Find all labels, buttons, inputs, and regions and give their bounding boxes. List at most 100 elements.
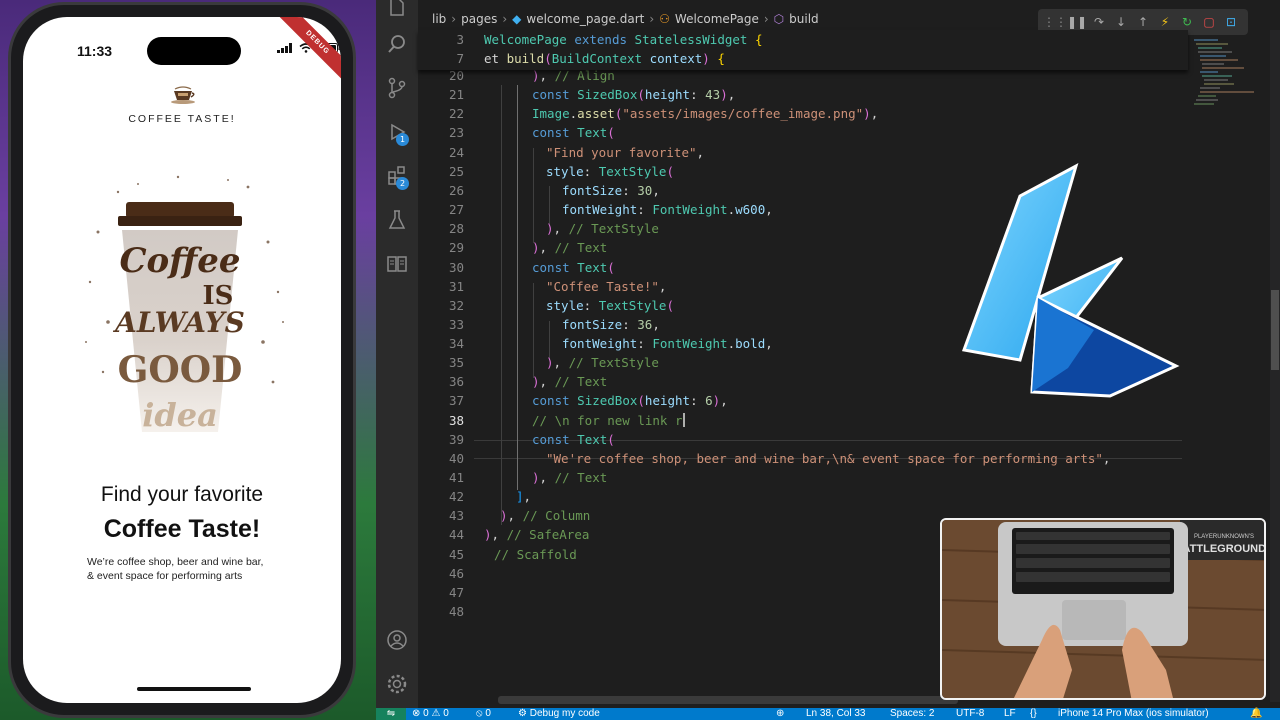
code-line[interactable]: ), // Text bbox=[484, 240, 607, 255]
code-line[interactable]: const Text( bbox=[484, 125, 615, 140]
language-braces[interactable]: {} bbox=[1030, 708, 1037, 720]
method-icon: ⬡ bbox=[773, 12, 785, 26]
line-number: 48 bbox=[448, 604, 464, 619]
inspect-widget-icon[interactable]: ⊡ bbox=[1223, 14, 1239, 30]
line-number: 31 bbox=[448, 279, 464, 294]
code-line[interactable]: ), // Column bbox=[484, 508, 590, 523]
scrollbar-thumb[interactable] bbox=[1271, 290, 1279, 370]
vertical-scrollbar[interactable] bbox=[1270, 30, 1280, 702]
step-over-icon[interactable]: ↷ bbox=[1091, 14, 1107, 30]
line-number: 46 bbox=[448, 566, 464, 581]
remote-indicator-icon[interactable]: ⇋ bbox=[376, 708, 406, 720]
zoom-icon[interactable]: ⊕ bbox=[776, 708, 784, 720]
code-line[interactable]: style: TextStyle( bbox=[484, 164, 674, 179]
code-line[interactable]: // Scaffold bbox=[484, 547, 577, 562]
cursor-position[interactable]: Ln 38, Col 33 bbox=[806, 708, 866, 720]
device-selector[interactable]: iPhone 14 Pro Max (ios simulator) bbox=[1058, 708, 1209, 720]
chevron-right-icon: › bbox=[502, 12, 508, 26]
status-time: 11:33 bbox=[77, 43, 113, 59]
sticky-line[interactable]: WelcomePage extends StatelessWidget { bbox=[484, 32, 763, 47]
heading-find: Find your favorite bbox=[100, 483, 264, 506]
debug-session[interactable]: ⚙ Debug my code bbox=[518, 708, 600, 720]
code-line[interactable]: "Coffee Taste!", bbox=[484, 279, 666, 294]
code-line[interactable]: ), // TextStyle bbox=[484, 355, 659, 370]
code-line[interactable]: const SizedBox(height: 43), bbox=[484, 87, 735, 102]
book-icon[interactable] bbox=[385, 252, 409, 276]
code-line[interactable]: fontSize: 36, bbox=[484, 317, 660, 332]
art-word-always: ALWAYS bbox=[112, 306, 245, 339]
line-number: 45 bbox=[448, 547, 464, 562]
code-line-active[interactable]: // \n for new link r bbox=[484, 413, 685, 428]
extensions-badge: 2 bbox=[396, 177, 409, 190]
breadcrumb-class[interactable]: WelcomePage bbox=[675, 12, 759, 26]
gear-icon[interactable] bbox=[385, 672, 409, 696]
breadcrumb-lib[interactable]: lib bbox=[432, 12, 446, 26]
debug-label: Debug my code bbox=[529, 708, 600, 719]
stop-icon[interactable]: ▢ bbox=[1201, 14, 1217, 30]
search-icon[interactable] bbox=[385, 32, 409, 56]
line-number: 43 bbox=[448, 508, 464, 523]
code-line[interactable]: ), // Text bbox=[484, 470, 607, 485]
phone-screen[interactable]: 11:33 DEBUG COFFEE TASTE! Coffee IS ALWA… bbox=[23, 17, 341, 703]
pause-icon[interactable]: ❚❚ bbox=[1067, 14, 1087, 30]
line-ending[interactable]: LF bbox=[1004, 708, 1016, 720]
explorer-icon[interactable] bbox=[385, 0, 409, 20]
drag-handle-icon[interactable]: ⋮⋮ bbox=[1043, 14, 1067, 30]
code-line[interactable]: fontWeight: FontWeight.w600, bbox=[484, 202, 773, 217]
line-number: 30 bbox=[448, 260, 464, 275]
step-out-icon[interactable]: ↑ bbox=[1135, 14, 1151, 30]
coffee-illustration: Coffee IS ALWAYS GOOD idea bbox=[85, 175, 284, 434]
heading-coffee-taste: Coffee Taste! bbox=[103, 515, 261, 543]
breadcrumb-file[interactable]: welcome_page.dart bbox=[526, 12, 644, 26]
code-line[interactable]: const SizedBox(height: 6), bbox=[484, 393, 728, 408]
account-icon[interactable] bbox=[385, 628, 409, 652]
code-line[interactable]: fontSize: 30, bbox=[484, 183, 660, 198]
encoding[interactable]: UTF-8 bbox=[956, 708, 984, 720]
sticky-line[interactable]: et build(BuildContext context) { bbox=[484, 51, 725, 66]
code-line[interactable]: Image.asset("assets/images/coffee_image.… bbox=[484, 106, 878, 121]
line-number: 34 bbox=[448, 336, 464, 351]
code-line[interactable]: "We're coffee shop, beer and wine bar,\n… bbox=[484, 451, 1110, 466]
line-number: 47 bbox=[448, 585, 464, 600]
code-line[interactable]: ), // Text bbox=[484, 374, 607, 389]
step-into-icon[interactable]: ↓ bbox=[1113, 14, 1129, 30]
error-count: 0 bbox=[423, 708, 429, 719]
hot-reload-icon[interactable]: ⚡ bbox=[1157, 14, 1173, 30]
code-line[interactable]: ), // SafeArea bbox=[484, 527, 589, 542]
sticky-scroll-header[interactable]: 3 7 WelcomePage extends StatelessWidget … bbox=[418, 30, 1188, 70]
activity-bar: 1 2 bbox=[376, 0, 418, 708]
problems-indicator[interactable]: ⊗ 0 ⚠ 0 bbox=[412, 708, 449, 720]
subtitle-text: We’re coffee shop, beer and wine bar, & … bbox=[87, 555, 327, 583]
webcam-overlay: PLAYERUNKNOWN'S BATTLEGROUNDS bbox=[940, 518, 1266, 700]
code-line[interactable]: const Text( bbox=[484, 260, 615, 275]
breadcrumb-method[interactable]: build bbox=[789, 12, 819, 26]
code-line[interactable]: style: TextStyle( bbox=[484, 298, 674, 313]
code-line[interactable]: ), // Align bbox=[484, 68, 615, 83]
status-bar: ⇋ ⊗ 0 ⚠ 0 ⦸ 0 ⚙ Debug my code ⊕ Ln 38, C… bbox=[376, 708, 1280, 720]
breadcrumb-pages[interactable]: pages bbox=[461, 12, 497, 26]
line-number: 35 bbox=[448, 355, 464, 370]
ports-count: 0 bbox=[485, 708, 491, 719]
code-line[interactable]: ), // TextStyle bbox=[484, 221, 659, 236]
line-number: 40 bbox=[448, 451, 464, 466]
line-number: 22 bbox=[448, 106, 464, 121]
code-line[interactable]: "Find your favorite", bbox=[484, 145, 704, 160]
code-line[interactable]: const Text( bbox=[484, 432, 615, 447]
indentation[interactable]: Spaces: 2 bbox=[890, 708, 934, 720]
chevron-right-icon: › bbox=[763, 12, 769, 26]
testing-icon[interactable] bbox=[385, 208, 409, 232]
horizontal-scrollbar[interactable] bbox=[498, 696, 958, 704]
code-line[interactable]: ], bbox=[484, 489, 531, 504]
restart-icon[interactable]: ↻ bbox=[1179, 14, 1195, 30]
code-line[interactable]: fontWeight: FontWeight.bold, bbox=[484, 336, 773, 351]
dart-file-icon: ◆ bbox=[512, 12, 522, 26]
ports-icon: ⦸ bbox=[476, 708, 483, 719]
subtitle-line-2: & event space for performing arts bbox=[87, 570, 243, 582]
bell-icon[interactable]: 🔔 bbox=[1250, 708, 1262, 720]
line-number: 41 bbox=[448, 470, 464, 485]
ports-indicator[interactable]: ⦸ 0 bbox=[476, 708, 491, 720]
flutter-logo bbox=[961, 162, 1180, 398]
source-control-icon[interactable] bbox=[385, 76, 409, 100]
desktop-wallpaper: 11:33 DEBUG COFFEE TASTE! Coffee IS ALWA… bbox=[0, 0, 376, 720]
home-indicator[interactable] bbox=[137, 687, 251, 691]
